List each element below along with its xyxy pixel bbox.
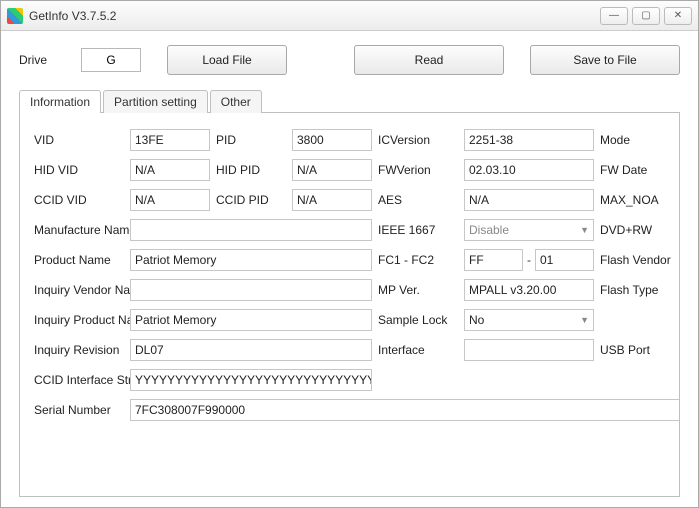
- vid-field[interactable]: 13FE: [130, 129, 210, 151]
- ccidstr-label: CCID Interface String: [34, 373, 124, 387]
- ccidpid-label: CCID PID: [216, 193, 286, 207]
- fc1-field[interactable]: FF: [464, 249, 523, 271]
- mfg-field[interactable]: [130, 219, 372, 241]
- tab-strip: Information Partition setting Other: [19, 90, 680, 113]
- pid-field[interactable]: 3800: [292, 129, 372, 151]
- chevron-down-icon: ▼: [580, 310, 589, 330]
- mpver-label: MP Ver.: [378, 283, 458, 297]
- save-to-file-button[interactable]: Save to File: [530, 45, 680, 75]
- samplelock-select[interactable]: No ▼: [464, 309, 594, 331]
- drive-label: Drive: [19, 53, 55, 67]
- titlebar: GetInfo V3.7.5.2 — ▢ ✕: [1, 1, 698, 31]
- samplelock-label: Sample Lock: [378, 313, 458, 327]
- hidvid-label: HID VID: [34, 163, 124, 177]
- vid-label: VID: [34, 133, 124, 147]
- flashtype-label: Flash Type: [600, 283, 680, 297]
- flashvendor-label: Flash Vendor: [600, 253, 680, 267]
- mode-label: Mode: [600, 133, 680, 147]
- tab-information[interactable]: Information: [19, 90, 101, 113]
- aes-label: AES: [378, 193, 458, 207]
- serial-label: Serial Number: [34, 403, 124, 417]
- fwdate-label: FW Date: [600, 163, 680, 177]
- load-file-button[interactable]: Load File: [167, 45, 287, 75]
- mpver-field[interactable]: MPALL v3.20.00: [464, 279, 594, 301]
- inqprod-label: Inquiry Product Name: [34, 313, 124, 327]
- information-panel: VID 13FE PID 3800 ICVersion 2251-38 Mode…: [19, 112, 680, 497]
- ieee-select[interactable]: Disable ▼: [464, 219, 594, 241]
- pid-label: PID: [216, 133, 286, 147]
- ccidpid-field[interactable]: N/A: [292, 189, 372, 211]
- tab-other[interactable]: Other: [210, 90, 262, 113]
- usbport-label: USB Port: [600, 343, 680, 357]
- icversion-field[interactable]: 2251-38: [464, 129, 594, 151]
- app-icon: [7, 8, 23, 24]
- ieee-label: IEEE 1667: [378, 223, 458, 237]
- tab-partition-setting[interactable]: Partition setting: [103, 90, 208, 113]
- ccidvid-label: CCID VID: [34, 193, 124, 207]
- prodname-field[interactable]: Patriot Memory: [130, 249, 372, 271]
- aes-field[interactable]: N/A: [464, 189, 594, 211]
- minimize-button[interactable]: —: [600, 7, 628, 25]
- read-button[interactable]: Read: [354, 45, 504, 75]
- serial-field[interactable]: 7FC308007F990000: [130, 399, 680, 421]
- dvdrw-label: DVD+RW: [600, 223, 680, 237]
- interface-label: Interface: [378, 343, 458, 357]
- icversion-label: ICVersion: [378, 133, 458, 147]
- inqvendor-label: Inquiry Vendor Name: [34, 283, 124, 297]
- ieee-value: Disable: [469, 220, 509, 240]
- hidpid-field[interactable]: N/A: [292, 159, 372, 181]
- fc-label: FC1 - FC2: [378, 253, 458, 267]
- hidpid-label: HID PID: [216, 163, 286, 177]
- window: GetInfo V3.7.5.2 — ▢ ✕ Drive G Load File…: [0, 0, 699, 508]
- maximize-button[interactable]: ▢: [632, 7, 660, 25]
- window-title: GetInfo V3.7.5.2: [29, 9, 600, 23]
- client-area: Drive G Load File Read Save to File Info…: [1, 31, 698, 507]
- ccidstr-field[interactable]: YYYYYYYYYYYYYYYYYYYYYYYYYYYYYYYYYYY: [130, 369, 372, 391]
- prodname-label: Product Name: [34, 253, 124, 267]
- fc2-field[interactable]: 01: [535, 249, 594, 271]
- inqvendor-field[interactable]: [130, 279, 372, 301]
- ccidvid-field[interactable]: N/A: [130, 189, 210, 211]
- close-button[interactable]: ✕: [664, 7, 692, 25]
- chevron-down-icon: ▼: [580, 220, 589, 240]
- inqprod-field[interactable]: Patriot Memory: [130, 309, 372, 331]
- fwver-label: FWVerion: [378, 163, 458, 177]
- info-grid: VID 13FE PID 3800 ICVersion 2251-38 Mode…: [34, 129, 665, 421]
- window-buttons: — ▢ ✕: [600, 7, 692, 25]
- inqrev-field[interactable]: DL07: [130, 339, 372, 361]
- drive-select[interactable]: G: [81, 48, 141, 72]
- interface-field[interactable]: [464, 339, 594, 361]
- fc-group: FF - 01: [464, 249, 594, 271]
- fc-dash: -: [527, 253, 531, 267]
- inqrev-label: Inquiry Revision: [34, 343, 124, 357]
- hidvid-field[interactable]: N/A: [130, 159, 210, 181]
- fwver-field[interactable]: 02.03.10: [464, 159, 594, 181]
- top-toolbar: Drive G Load File Read Save to File: [19, 45, 680, 75]
- samplelock-value: No: [469, 310, 484, 330]
- mfg-label: Manufacture Name: [34, 223, 124, 237]
- maxnoa-label: MAX_NOA: [600, 193, 680, 207]
